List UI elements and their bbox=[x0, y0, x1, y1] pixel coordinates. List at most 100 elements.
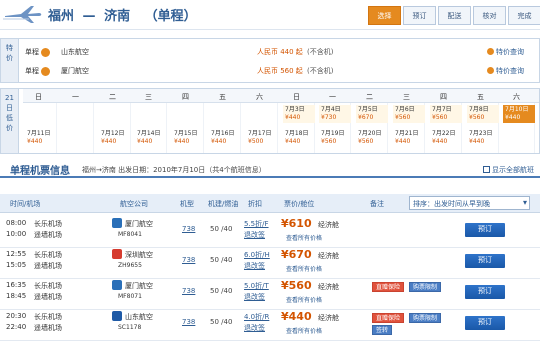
discount-rate[interactable]: 5.0折/T bbox=[244, 281, 269, 291]
all-prices-link[interactable]: 查看所有价格 bbox=[286, 264, 322, 273]
flight-number: SC1178 bbox=[118, 324, 142, 331]
refund-policy-link[interactable]: 退改签 bbox=[244, 323, 265, 333]
discount-rate[interactable]: 5.5折/F bbox=[244, 219, 269, 229]
show-all-flights-link[interactable]: 显示全部航班 bbox=[483, 165, 534, 175]
aircraft-model[interactable]: 738 bbox=[182, 287, 195, 295]
calendar-date: 7月20日 bbox=[358, 130, 382, 137]
calendar-day[interactable]: 7月4日 ¥730 bbox=[319, 105, 351, 123]
flight-number: ZH9655 bbox=[118, 262, 142, 269]
calendar-date: 7月8日 bbox=[469, 106, 489, 113]
refund-policy-link[interactable]: 退改签 bbox=[244, 230, 265, 240]
airline-name: 厦门航空 bbox=[125, 220, 153, 228]
airline-logo-icon bbox=[112, 280, 122, 290]
aircraft-model[interactable]: 738 bbox=[182, 256, 195, 264]
calendar-day[interactable]: 7月16日 ¥440 bbox=[209, 129, 241, 147]
calendar-day[interactable]: 7月8日 ¥560 bbox=[467, 105, 499, 123]
calendar-day[interactable]: 7月5日 ¥670 bbox=[356, 105, 388, 123]
arrival-time: 10:00 bbox=[6, 230, 27, 238]
calendar-day[interactable]: 7月19日 ¥560 bbox=[319, 129, 351, 147]
calendar-date: 7月22日 bbox=[432, 130, 456, 137]
chevron-down-icon: ▾ bbox=[522, 198, 527, 207]
calendar-day[interactable]: 7月14日 ¥440 bbox=[135, 129, 167, 147]
route-title: 福州 — 济南 （单程） bbox=[48, 5, 197, 24]
step-4[interactable]: 核对 bbox=[473, 6, 506, 25]
flight-list-subtitle: 福州→济南 出发日期：2010年7月10日（共4个航班信息） bbox=[82, 166, 266, 174]
weekday-label: 三 bbox=[145, 93, 152, 101]
calendar-price: ¥440 bbox=[285, 114, 301, 121]
departure-time: 16:35 bbox=[6, 281, 27, 289]
discount-rate[interactable]: 4.0折/R bbox=[244, 312, 269, 322]
weekday-label: 日 bbox=[293, 93, 300, 101]
arrival-time: 22:40 bbox=[6, 323, 27, 331]
book-button[interactable]: 预订 bbox=[465, 223, 505, 237]
weekday-label: 四 bbox=[440, 93, 447, 101]
cabin-class: 经济舱 bbox=[318, 314, 339, 322]
all-prices-link[interactable]: 查看所有价格 bbox=[286, 326, 322, 335]
flight-list-title: 单程机票信息 bbox=[10, 166, 70, 177]
calendar-day[interactable]: 7月22日 ¥440 bbox=[430, 129, 462, 147]
all-prices-link[interactable]: 查看所有价格 bbox=[286, 295, 322, 304]
calendar-day[interactable]: 7月18日 ¥440 bbox=[283, 129, 315, 147]
offer-query-link[interactable]: 特价查询 bbox=[487, 66, 524, 76]
special-offer-label: 特价 bbox=[1, 39, 19, 82]
cabin-class: 经济舱 bbox=[318, 221, 339, 229]
offer-query-link[interactable]: 特价查询 bbox=[487, 47, 524, 57]
calendar-day[interactable]: 7月7日 ¥560 bbox=[430, 105, 462, 123]
step-3[interactable]: 配送 bbox=[438, 6, 471, 25]
low-price-calendar: 21日低价 日一二三四五六日一二三四五六 7月3日 ¥440 7月4日 ¥730 7月5… bbox=[0, 88, 540, 154]
calendar-day[interactable]: 7月21日 ¥440 bbox=[393, 129, 425, 147]
book-button[interactable]: 预订 bbox=[465, 316, 505, 330]
step-5[interactable]: 完成 bbox=[508, 6, 540, 25]
calendar-date: 7月23日 bbox=[469, 130, 493, 137]
calendar-price: ¥440 bbox=[137, 138, 153, 145]
calendar-price: ¥560 bbox=[395, 114, 411, 121]
trip-type: （单程） bbox=[144, 9, 197, 24]
refund-policy-link[interactable]: 退改签 bbox=[244, 261, 265, 271]
offer-note: (不含机) bbox=[307, 48, 334, 56]
calendar-day[interactable]: 7月10日 ¥440 bbox=[503, 105, 535, 123]
calendar-price: ¥560 bbox=[321, 138, 337, 145]
calendar-price: ¥560 bbox=[432, 114, 448, 121]
flight-table-header: 时间/机场 航空公司 机型 机建/燃油 折扣 票价/舱位 备注 排序：出发时间从… bbox=[0, 194, 540, 213]
step-1[interactable]: 选择 bbox=[368, 6, 401, 25]
route-separator: — bbox=[82, 9, 96, 24]
step-2[interactable]: 预订 bbox=[403, 6, 436, 25]
book-button[interactable]: 预订 bbox=[465, 285, 505, 299]
flight-list-header: 单程机票信息 福州→济南 出发日期：2010年7月10日（共4个航班信息） 显示… bbox=[0, 160, 540, 178]
calendar-date: 7月10日 bbox=[505, 106, 529, 113]
aircraft-model[interactable]: 738 bbox=[182, 225, 195, 233]
calendar-day[interactable]: 7月3日 ¥440 bbox=[283, 105, 315, 123]
calendar-price: ¥440 bbox=[101, 138, 117, 145]
remark-tag[interactable]: 购票限制 bbox=[409, 313, 442, 323]
page-header: 福州 — 济南 （单程） 选择 预订 配送 核对 完成 bbox=[0, 0, 540, 30]
sort-order-select[interactable]: 排序：出发时间从早到晚 ▾ bbox=[409, 196, 530, 210]
departure-airport: 长乐机场 bbox=[34, 251, 62, 259]
calendar-day[interactable]: 7月6日 ¥560 bbox=[393, 105, 425, 123]
all-prices-link[interactable]: 查看所有价格 bbox=[286, 233, 322, 242]
calendar-day[interactable]: 7月23日 ¥440 bbox=[467, 129, 499, 147]
airline-logo-icon bbox=[112, 249, 122, 259]
booking-steps: 选择 预订 配送 核对 完成 bbox=[366, 6, 540, 25]
offer-type: 单程 bbox=[25, 67, 39, 75]
remark-tag[interactable]: 购票限制 bbox=[409, 282, 442, 292]
weekday-label: 五 bbox=[477, 93, 484, 101]
calendar-day[interactable]: 7月20日 ¥560 bbox=[356, 129, 388, 147]
airline-logo-icon bbox=[112, 218, 122, 228]
aircraft-model[interactable]: 738 bbox=[182, 318, 195, 326]
discount-rate[interactable]: 6.0折/H bbox=[244, 250, 270, 260]
refund-policy-link[interactable]: 退改签 bbox=[244, 292, 265, 302]
flight-row: 12:55 15:05 长乐机场 遥墙机场 深圳航空 ZH9655 738 50 /40 6.0… bbox=[0, 246, 540, 279]
remark-tag[interactable]: 直赠保险 bbox=[372, 282, 405, 292]
col-remarks: 备注 bbox=[370, 200, 384, 208]
calendar-day[interactable]: 7月12日 ¥440 bbox=[99, 129, 131, 147]
book-button[interactable]: 预订 bbox=[465, 254, 505, 268]
calendar-day[interactable]: 7月15日 ¥440 bbox=[172, 129, 204, 147]
calendar-day[interactable]: 7月11日 ¥440 bbox=[25, 129, 57, 147]
remark-tag[interactable]: 签转 bbox=[372, 325, 393, 335]
calendar-price: ¥500 bbox=[248, 138, 264, 145]
calendar-day[interactable]: 7月17日 ¥500 bbox=[246, 129, 278, 147]
remark-tag[interactable]: 直赠保险 bbox=[372, 313, 405, 323]
weekday-label: 二 bbox=[366, 93, 373, 101]
calendar-date: 7月12日 bbox=[101, 130, 125, 137]
special-offer-panel: 特价 单程 山东航空 人民币 440 起 (不含机) 特价查询 单程 厦门航空 人民币 560… bbox=[0, 38, 540, 83]
